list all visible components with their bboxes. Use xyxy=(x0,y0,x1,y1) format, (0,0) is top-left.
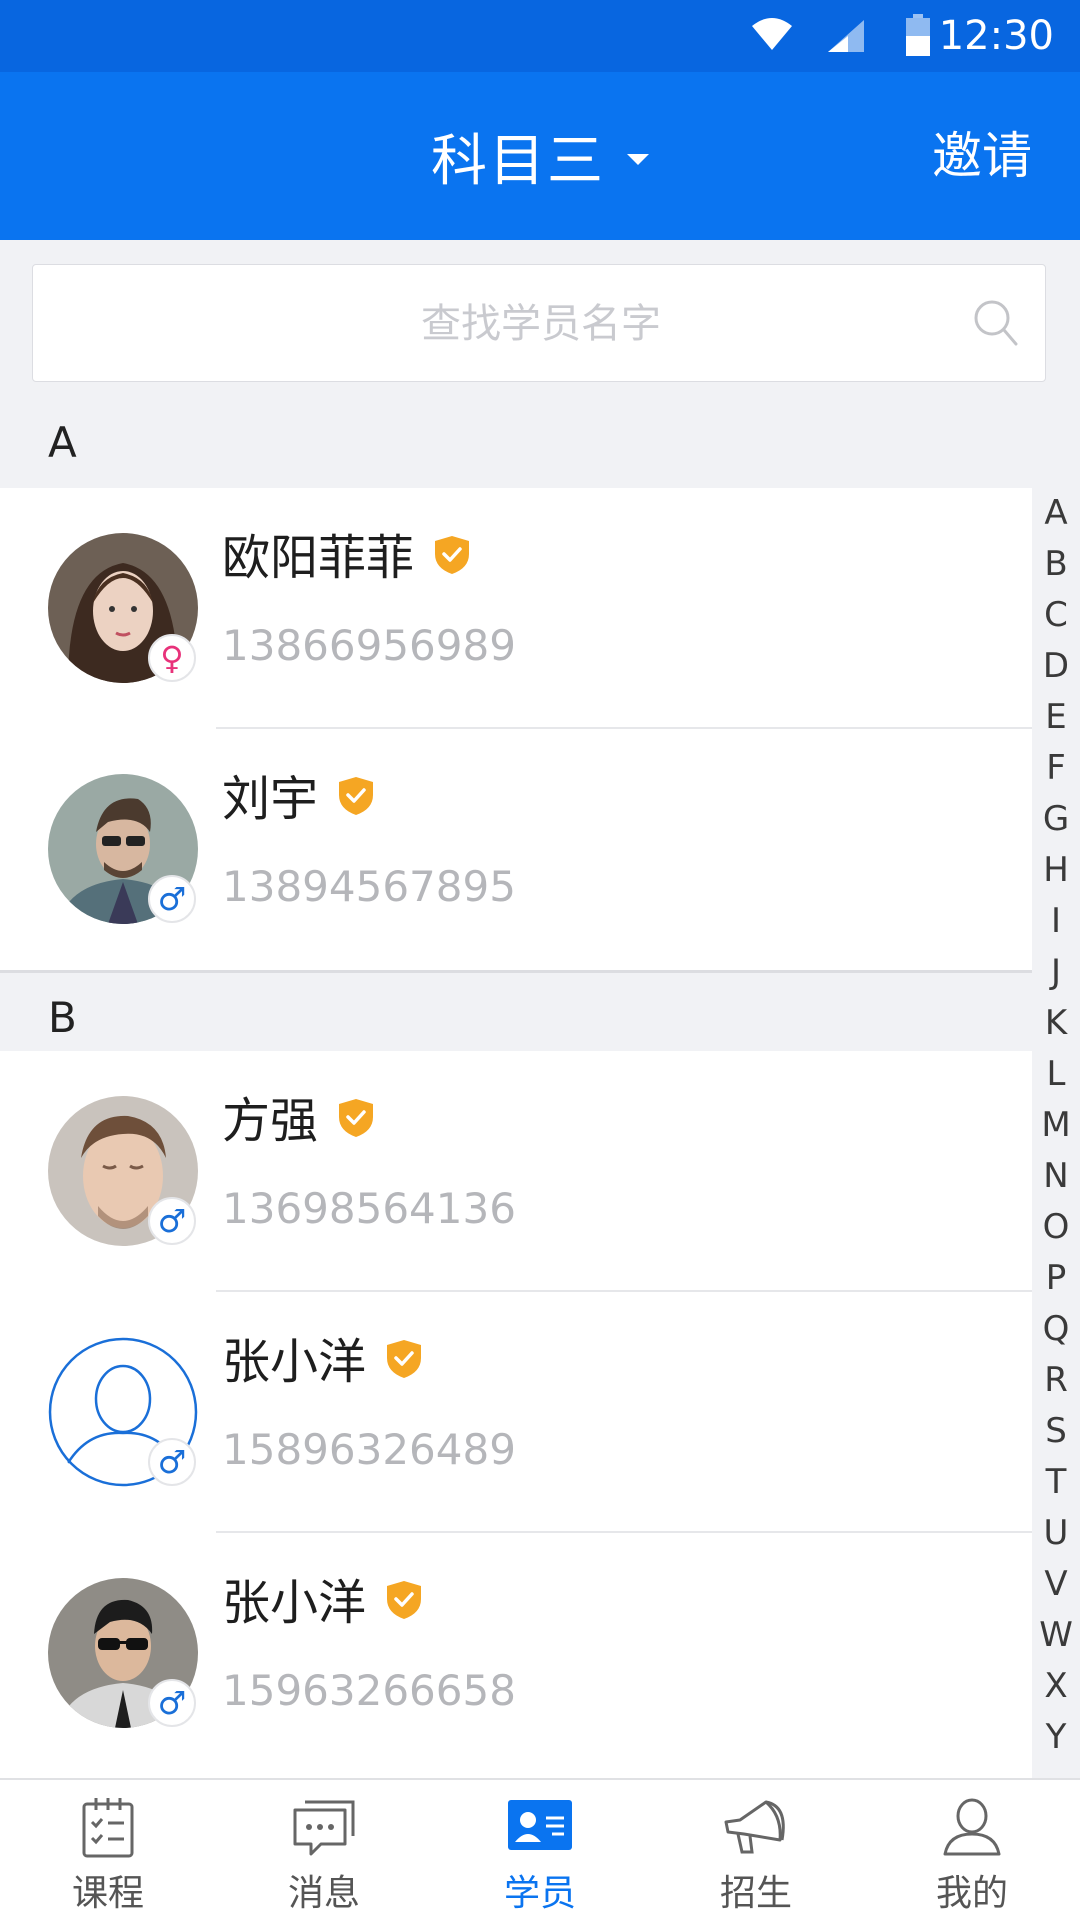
index-letter-f[interactable]: F xyxy=(1032,743,1080,794)
student-phone: 13698564136 xyxy=(222,1184,516,1233)
student-row[interactable]: ♂ 方强 13698564136 xyxy=(0,1051,1032,1292)
section-header-a: A xyxy=(0,398,1032,486)
index-letter-v[interactable]: V xyxy=(1032,1559,1080,1610)
student-phone: 15963266658 xyxy=(222,1666,516,1715)
student-name: 刘宇 xyxy=(222,771,319,827)
index-letter-l[interactable]: L xyxy=(1032,1049,1080,1100)
index-letter-s[interactable]: S xyxy=(1032,1406,1080,1457)
index-letter-n[interactable]: N xyxy=(1032,1151,1080,1202)
student-row[interactable]: ♂ 刘宇 13894567895 xyxy=(0,729,1032,970)
index-letter-y[interactable]: Y xyxy=(1032,1712,1080,1763)
index-letter-a[interactable]: A xyxy=(1032,488,1080,539)
megaphone-icon xyxy=(724,1800,785,1854)
section-letter: B xyxy=(48,993,77,1042)
student-phone: 15896326489 xyxy=(222,1425,516,1474)
app-header: 科目三 邀请 xyxy=(0,72,1080,240)
section-header-b: B xyxy=(0,970,1032,1058)
student-phone: 13866956989 xyxy=(222,621,516,670)
index-letter-w[interactable]: W xyxy=(1032,1610,1080,1661)
search-icon[interactable] xyxy=(973,299,1019,347)
verified-badge-icon xyxy=(339,1099,373,1137)
verified-badge-icon xyxy=(387,1581,421,1619)
search-input[interactable] xyxy=(33,265,1049,383)
subject-selector[interactable]: 科目三 xyxy=(431,116,649,197)
index-letter-x[interactable]: X xyxy=(1032,1661,1080,1712)
tab-label: 课程 xyxy=(71,1873,144,1914)
verified-badge-icon xyxy=(387,1340,421,1378)
invite-button[interactable]: 邀请 xyxy=(932,124,1032,188)
index-letter-u[interactable]: U xyxy=(1032,1508,1080,1559)
student-row[interactable]: ♂ 张小洋 15896326489 xyxy=(0,1292,1032,1533)
index-letter-i[interactable]: I xyxy=(1032,896,1080,947)
battery-icon xyxy=(906,14,930,56)
status-time: 12:30 xyxy=(938,13,1054,59)
index-letter-b[interactable]: B xyxy=(1032,539,1080,590)
index-letter-e[interactable]: E xyxy=(1032,692,1080,743)
message-icon xyxy=(293,1800,355,1856)
index-letter-j[interactable]: J xyxy=(1032,947,1080,998)
tab-students[interactable]: 学员 xyxy=(432,1780,648,1922)
wifi-icon xyxy=(752,18,792,50)
tab-label: 学员 xyxy=(503,1873,576,1914)
index-letter-c[interactable]: C xyxy=(1032,590,1080,641)
student-name: 张小洋 xyxy=(222,1334,367,1390)
status-bar: 12:30 xyxy=(0,0,1080,72)
index-letter-h[interactable]: H xyxy=(1032,845,1080,896)
tab-label: 消息 xyxy=(287,1873,360,1914)
index-letter-g[interactable]: G xyxy=(1032,794,1080,845)
student-phone: 13894567895 xyxy=(222,862,516,911)
index-letter-m[interactable]: M xyxy=(1032,1100,1080,1151)
index-letter-o[interactable]: O xyxy=(1032,1202,1080,1253)
tab-mine[interactable]: 我的 xyxy=(864,1780,1080,1922)
course-icon xyxy=(82,1798,134,1858)
female-icon: ♀ xyxy=(148,634,196,682)
tab-enrollment[interactable]: 招生 xyxy=(648,1780,864,1922)
student-name: 欧阳菲菲 xyxy=(222,530,415,586)
male-icon: ♂ xyxy=(148,1438,196,1486)
caret-down-icon xyxy=(627,153,649,165)
verified-badge-icon xyxy=(339,777,373,815)
tab-message[interactable]: 消息 xyxy=(216,1780,432,1922)
tab-course[interactable]: 课程 xyxy=(0,1780,216,1922)
index-letter-r[interactable]: R xyxy=(1032,1355,1080,1406)
tab-label: 招生 xyxy=(719,1873,792,1914)
section-letter: A xyxy=(48,418,77,467)
alphabet-index[interactable]: A B C D E F G H I J K L M N O P Q R S T … xyxy=(1032,488,1080,1778)
page-title: 科目三 xyxy=(431,128,605,194)
index-letter-k[interactable]: K xyxy=(1032,998,1080,1049)
student-name: 方强 xyxy=(222,1093,319,1149)
index-letter-d[interactable]: D xyxy=(1032,641,1080,692)
student-name: 张小洋 xyxy=(222,1575,367,1631)
signal-icon xyxy=(828,20,864,52)
male-icon: ♂ xyxy=(148,1679,196,1727)
tab-label: 我的 xyxy=(935,1873,1008,1914)
male-icon: ♂ xyxy=(148,875,196,923)
profile-icon xyxy=(943,1798,1001,1856)
index-letter-q[interactable]: Q xyxy=(1032,1304,1080,1355)
index-letter-p[interactable]: P xyxy=(1032,1253,1080,1304)
index-letter-t[interactable]: T xyxy=(1032,1457,1080,1508)
search-box xyxy=(32,264,1049,383)
student-row[interactable]: ♀ 欧阳菲菲 13866956989 xyxy=(0,488,1032,729)
verified-badge-icon xyxy=(435,536,469,574)
male-icon: ♂ xyxy=(148,1197,196,1245)
bottom-tab-bar: 课程 消息 学员 招生 我的 xyxy=(0,1778,1080,1922)
student-row[interactable]: ♂ 张小洋 15963266658 xyxy=(0,1533,1032,1778)
student-card-icon xyxy=(508,1800,572,1850)
